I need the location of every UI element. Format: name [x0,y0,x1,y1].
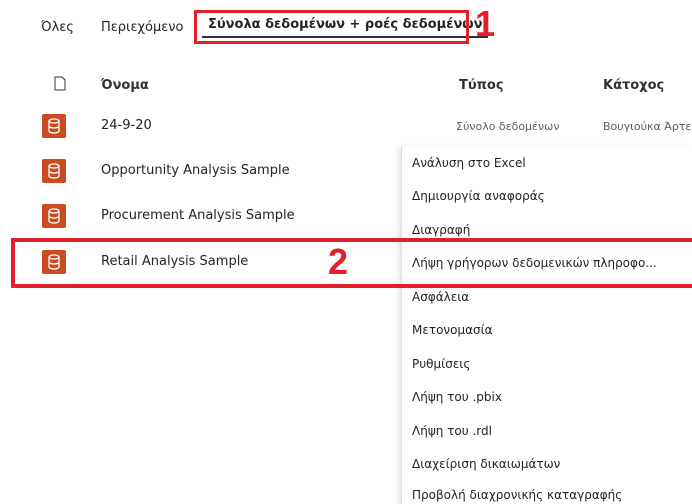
menu-item-analyze-in-excel[interactable]: Ανάλυση στο Excel [412,156,691,170]
column-header-owner[interactable]: Κάτοχος [603,78,664,93]
context-menu: Ανάλυση στο Excel Δημιουργία αναφοράς Δι… [401,146,692,504]
callout-number-1: 1 [475,3,496,44]
row-name[interactable]: Opportunity Analysis Sample [101,163,290,178]
menu-item-create-report[interactable]: Δημιουργία αναφοράς [412,189,691,203]
row-owner: Βουγιούκα Άρτεμις [603,120,692,133]
menu-item-settings[interactable]: Ρυθμίσεις [412,357,691,371]
menu-item-delete[interactable]: Διαγραφή [412,223,691,237]
database-icon [42,159,66,183]
row-type: Σύνολο δεδομένων [456,120,560,133]
row-name[interactable]: Procurement Analysis Sample [101,208,295,223]
tab-content[interactable]: Περιεχόμενο [101,20,183,35]
table-row[interactable]: 24-9-20 Σύνολο δεδομένων Βουγιούκα Άρτεμ… [0,104,692,149]
menu-item-download-pbix[interactable]: Λήψη του .pbix [412,390,691,404]
menu-item-rename[interactable]: Μετονομασία [412,323,691,337]
menu-item-download-rdl[interactable]: Λήψη του .rdl [412,424,691,438]
database-icon [42,204,66,228]
highlight-box-1 [194,10,469,44]
database-icon [42,114,66,138]
column-header-type[interactable]: Τύπος [459,78,504,93]
column-header-name[interactable]: Όνομα [101,78,149,93]
callout-number-2: 2 [328,241,349,282]
menu-item-security[interactable]: Ασφάλεια [412,290,691,304]
row-name[interactable]: 24-9-20 [101,118,152,133]
menu-item-manage-permissions[interactable]: Διαχείριση δικαιωμάτων [412,457,691,471]
menu-item-view-lineage[interactable]: Προβολή διαχρονικής καταγραφής [412,488,691,502]
highlight-box-2 [11,238,692,288]
tab-all[interactable]: Όλες [41,20,74,35]
document-icon [54,76,66,91]
